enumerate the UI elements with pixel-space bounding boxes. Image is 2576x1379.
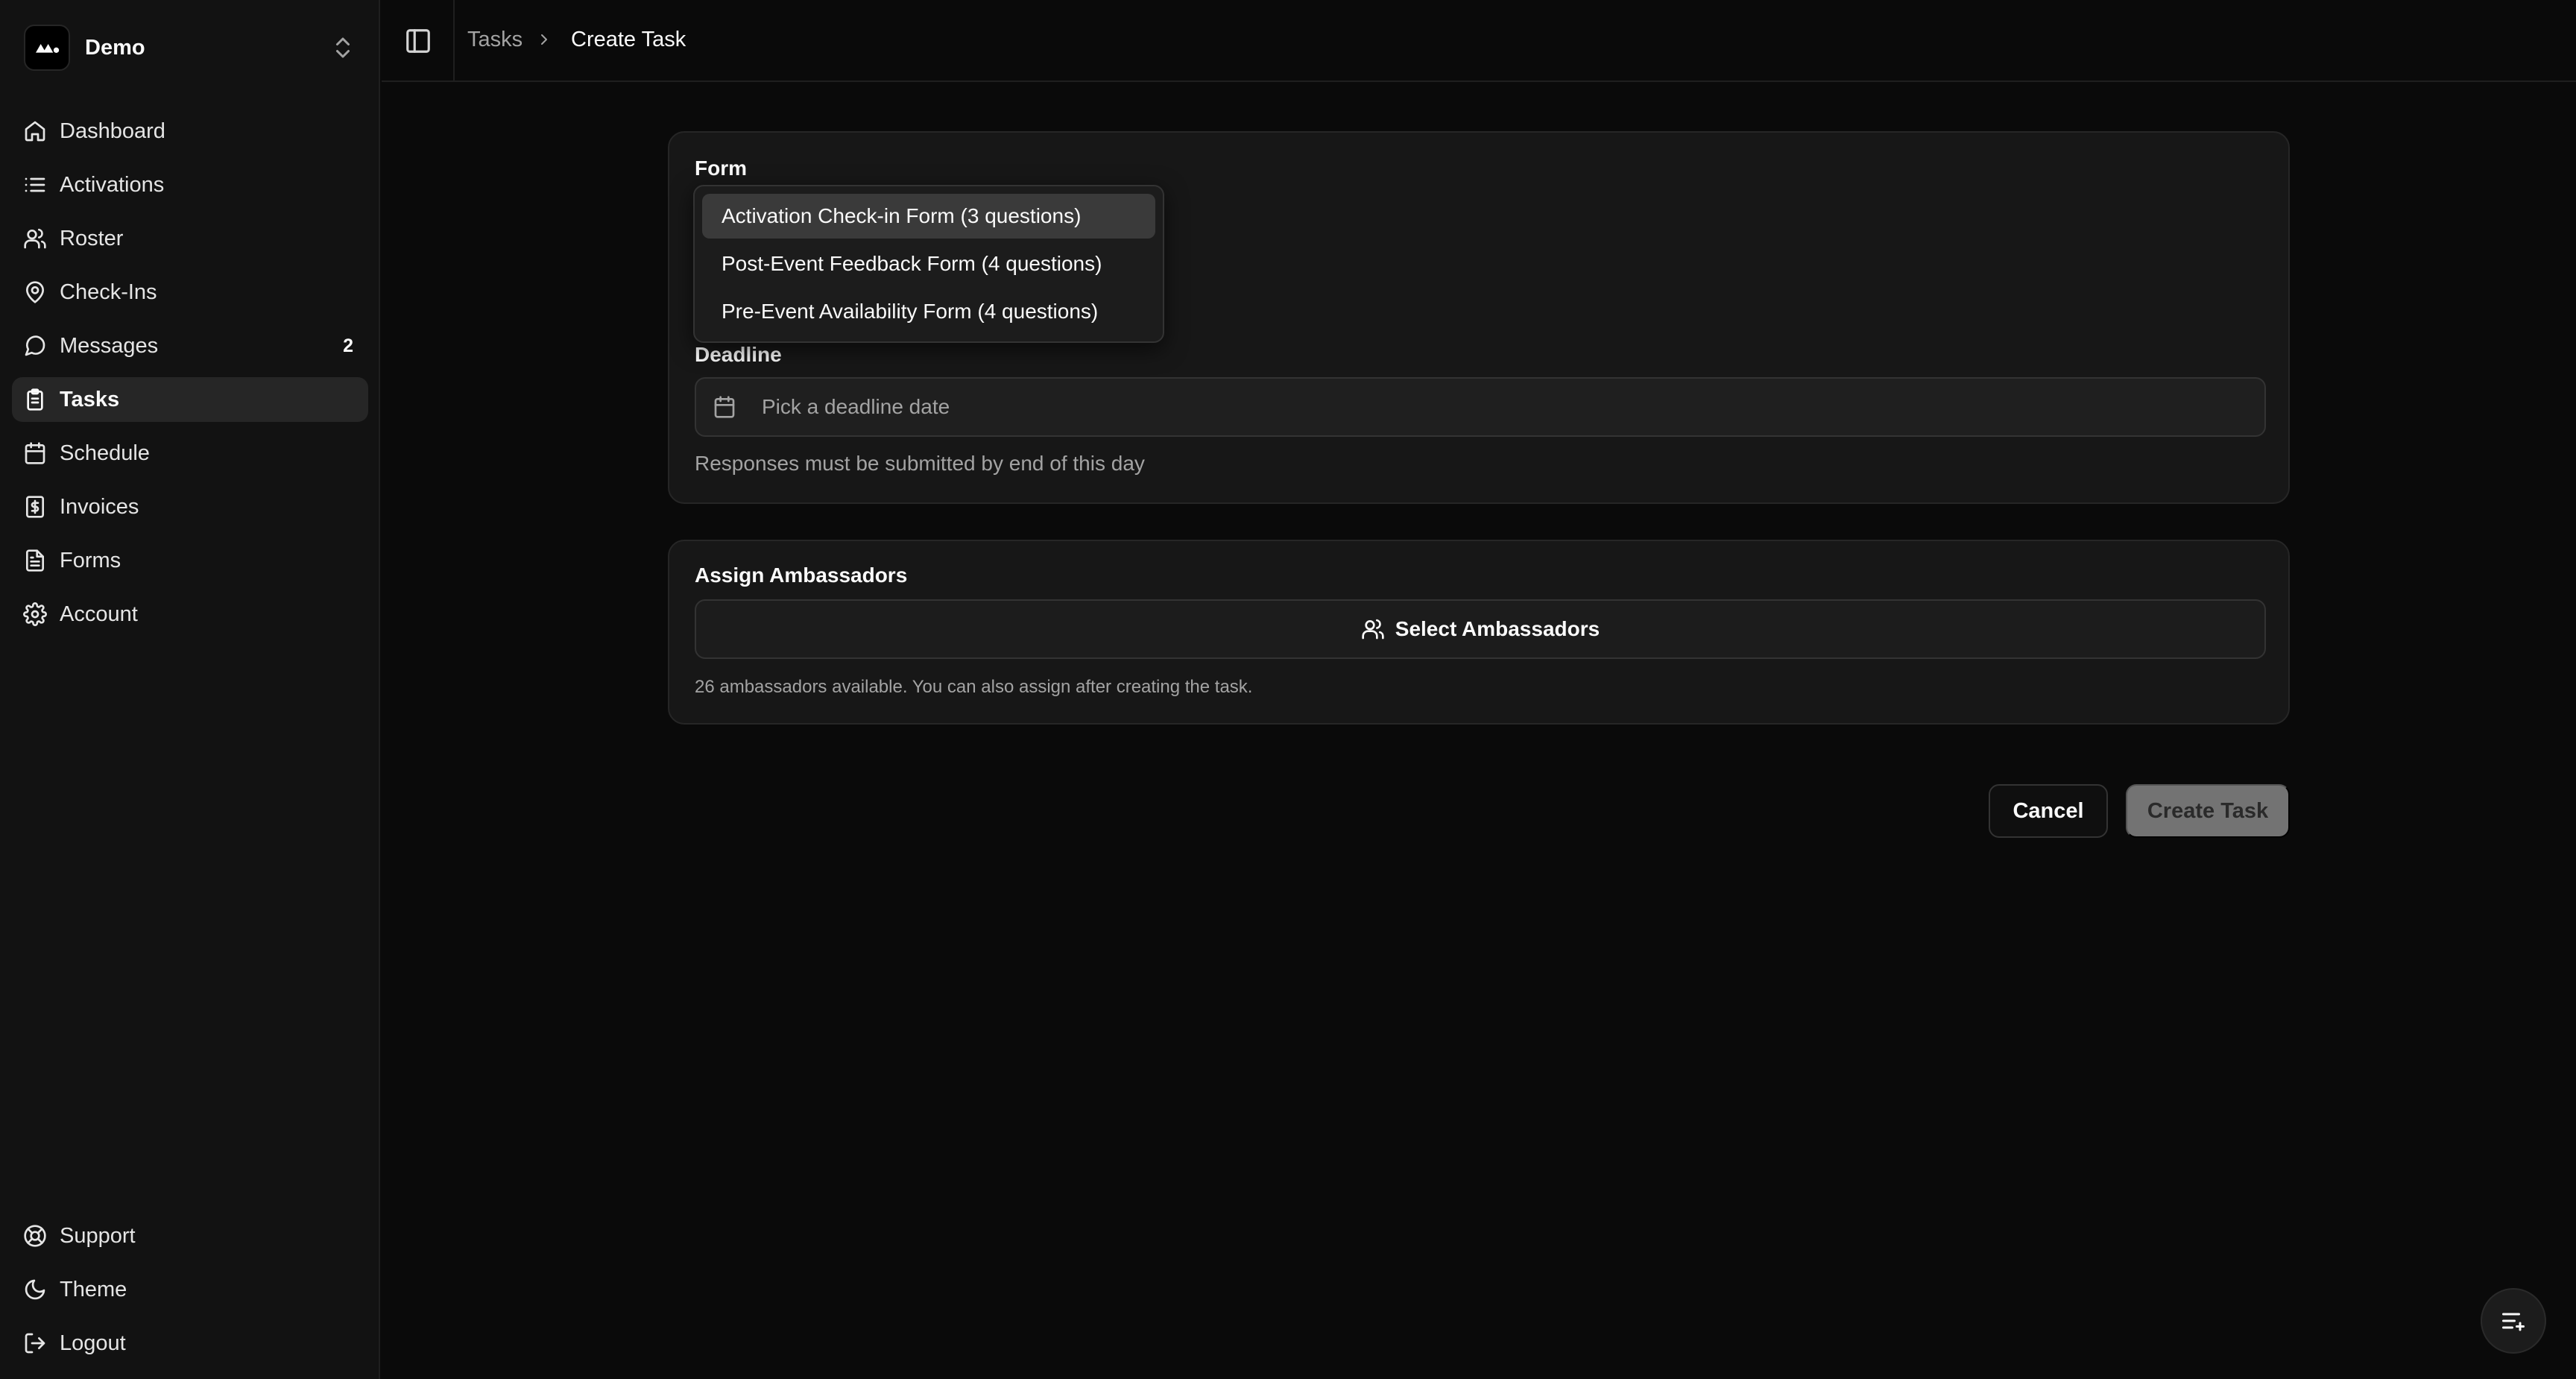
create-task-button[interactable]: Create Task <box>2126 784 2290 838</box>
sidebar-item-support[interactable]: Support <box>12 1214 368 1258</box>
sidebar-item-messages[interactable]: Messages 2 <box>12 324 368 368</box>
divider <box>453 0 455 82</box>
assign-helper: 26 ambassadors available. You can also a… <box>695 677 1253 697</box>
form-option[interactable]: Activation Check-in Form (3 questions) <box>702 194 1155 239</box>
sidebar-item-label: Messages <box>60 333 159 358</box>
map-pin-icon <box>26 281 44 303</box>
sidebar-item-label: Forms <box>60 548 121 572</box>
sidebar-item-label: Schedule <box>60 441 150 465</box>
sidebar-item-roster[interactable]: Roster <box>12 216 368 261</box>
sidebar-item-label: Theme <box>60 1277 127 1301</box>
select-ambassadors-button[interactable]: Select Ambassadors <box>695 599 2266 659</box>
sidebar-item-label: Logout <box>60 1331 126 1355</box>
sidebar-item-logout[interactable]: Logout <box>12 1321 368 1366</box>
list-icon <box>25 177 45 192</box>
breadcrumb-tasks[interactable]: Tasks <box>467 28 523 52</box>
calendar-icon <box>714 396 735 418</box>
form-label: Form <box>695 157 747 180</box>
sidebar-item-label: Support <box>60 1223 136 1248</box>
messages-badge: 2 <box>343 335 353 356</box>
sidebar-item-tasks[interactable]: Tasks <box>12 377 368 422</box>
receipt-dollar-icon <box>26 496 44 518</box>
deadline-helper: Responses must be submitted by end of th… <box>695 452 1145 475</box>
deadline-label: Deadline <box>695 343 782 366</box>
deadline-date-picker[interactable]: Pick a deadline date <box>695 377 2266 437</box>
home-icon <box>25 121 45 142</box>
workspace-name: Demo <box>85 35 145 60</box>
users-icon <box>24 228 46 249</box>
sidebar-item-invoices[interactable]: Invoices <box>12 485 368 529</box>
form-option[interactable]: Post-Event Feedback Form (4 questions) <box>702 242 1155 286</box>
chevron-right-icon <box>541 34 547 45</box>
sidebar-item-label: Tasks <box>60 387 120 411</box>
settings-icon <box>23 602 47 626</box>
list-sparkle-icon <box>2502 1313 2525 1331</box>
sidebar-item-label: Account <box>60 602 138 626</box>
sidebar-item-label: Invoices <box>60 494 139 519</box>
floating-action-button[interactable] <box>2481 1288 2546 1354</box>
assign-card: Assign Ambassadors Select Ambassadors 26… <box>668 540 2290 725</box>
sidebar-item-label: Check-Ins <box>60 280 157 304</box>
sidebar-item-dashboard[interactable]: Dashboard <box>12 109 368 154</box>
workspace-logo <box>24 25 70 71</box>
sidebar-item-activations[interactable]: Activations <box>12 162 368 207</box>
sidebar-item-checkins[interactable]: Check-Ins <box>12 270 368 315</box>
form-select-dropdown: Activation Check-in Form (3 questions) P… <box>693 185 1164 343</box>
chevrons-up-down-icon <box>336 37 350 58</box>
select-ambassadors-label: Select Ambassadors <box>1395 617 1600 640</box>
clipboard-list-icon <box>27 388 43 411</box>
message-circle-icon <box>25 335 45 356</box>
assign-label: Assign Ambassadors <box>695 564 908 587</box>
top-bar: Tasks Create Task <box>382 0 2576 82</box>
sidebar-item-forms[interactable]: Forms <box>12 538 368 583</box>
cancel-button[interactable]: Cancel <box>1989 784 2108 838</box>
file-text-icon <box>26 549 44 572</box>
calendar-icon <box>25 442 45 464</box>
form-option[interactable]: Pre-Event Availability Form (4 questions… <box>702 289 1155 334</box>
sidebar-item-label: Roster <box>60 226 124 250</box>
breadcrumb-current: Create Task <box>571 28 686 51</box>
sidebar-item-label: Dashboard <box>60 119 165 143</box>
life-buoy-icon <box>24 1225 46 1247</box>
sidebar-toggle-icon[interactable] <box>404 27 432 55</box>
sidebar: Demo Dashboard Activations Roster Check-… <box>0 0 380 1379</box>
sidebar-item-label: Activations <box>60 172 165 197</box>
sidebar-item-account[interactable]: Account <box>12 592 368 637</box>
logo-icon <box>36 44 60 53</box>
sidebar-item-theme[interactable]: Theme <box>12 1267 368 1312</box>
log-out-icon <box>25 1333 45 1354</box>
workspace-switcher[interactable]: Demo <box>12 18 368 78</box>
users-icon <box>1362 619 1384 640</box>
sidebar-item-schedule[interactable]: Schedule <box>12 431 368 476</box>
deadline-placeholder: Pick a deadline date <box>762 395 950 418</box>
moon-icon <box>25 1279 45 1300</box>
